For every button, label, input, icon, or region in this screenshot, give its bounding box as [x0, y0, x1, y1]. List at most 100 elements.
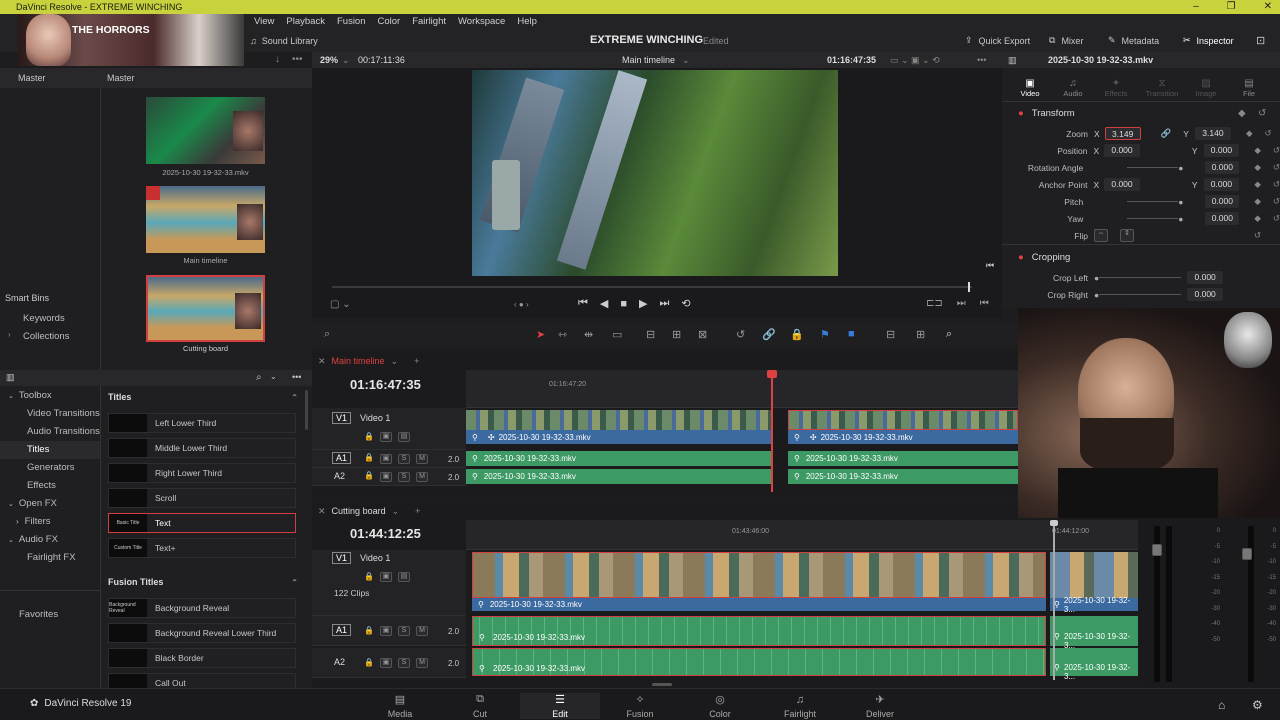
enable-dot-icon[interactable]: ●: [1018, 252, 1024, 263]
zoom-detail-icon[interactable]: ⊞: [916, 328, 925, 341]
reset-icon[interactable]: ↺: [1273, 213, 1280, 224]
fader-knob[interactable]: [1152, 544, 1162, 556]
chevron-down-icon[interactable]: ⌄: [682, 55, 690, 66]
tree-audio-transitions[interactable]: Audio Transitions: [0, 423, 100, 441]
tree-toolbox[interactable]: ⌄ Toolbox: [0, 387, 100, 405]
tab-transition[interactable]: ⧖ Transition: [1142, 78, 1182, 98]
title-left-lower-third[interactable]: Left Lower Third: [108, 413, 296, 433]
lock-icon[interactable]: 🔒: [364, 626, 374, 635]
insert-clip-icon[interactable]: ⊟: [646, 328, 655, 341]
keyframe-diamond-icon[interactable]: ◆: [1254, 196, 1261, 207]
video-clip-label-bar[interactable]: ⚲ ✣ 2025-10-30 19-32-33.mkv: [788, 430, 1018, 444]
panel-icon[interactable]: ▥: [1008, 55, 1017, 66]
replace-clip-icon[interactable]: ⊠: [698, 328, 707, 341]
add-tab-icon[interactable]: +: [415, 506, 420, 516]
chevron-down-icon[interactable]: ⌄: [270, 372, 277, 381]
menu-workspace[interactable]: Workspace: [458, 16, 505, 27]
mute-button[interactable]: M: [416, 472, 428, 482]
trim-tool-icon[interactable]: ⇿: [558, 328, 567, 341]
reset-icon[interactable]: ↺: [1264, 128, 1271, 139]
quick-export-button[interactable]: ⇪ Quick Export: [965, 35, 1030, 46]
reset-icon[interactable]: ↺: [1258, 108, 1266, 119]
keyframe-diamond-icon[interactable]: ◆: [1246, 128, 1253, 139]
audio-clip[interactable]: ⚲ 2025-10-30 19-32-33.mkv: [466, 469, 772, 484]
gear-icon[interactable]: ⚙: [1252, 698, 1263, 712]
video-clip-filmstrip[interactable]: [472, 552, 1046, 598]
track-badge[interactable]: V1: [332, 552, 352, 564]
match-frame-icon[interactable]: ⊏⊐: [926, 298, 943, 309]
snapping-icon[interactable]: ↺: [736, 328, 745, 341]
sort-icon[interactable]: ↓: [275, 54, 280, 65]
page-fairlight[interactable]: ♫ Fairlight: [760, 694, 840, 719]
auto-select-icon[interactable]: ▣: [380, 472, 392, 482]
flag-icon[interactable]: ⚑: [820, 328, 830, 341]
pitch-slider[interactable]: [1127, 201, 1179, 202]
mute-button[interactable]: M: [416, 658, 428, 668]
zoom-x-field[interactable]: 3.149: [1104, 127, 1141, 140]
reset-icon[interactable]: ↺: [1273, 179, 1280, 190]
menu-help[interactable]: Help: [517, 16, 537, 27]
menu-color[interactable]: Color: [378, 16, 401, 27]
page-media[interactable]: ▤ Media: [360, 693, 440, 719]
cutting-board-playhead[interactable]: [1050, 520, 1058, 680]
cutting-board-ruler[interactable]: 01:43:46:00 01:44:12:00: [466, 520, 1138, 550]
play-reverse-icon[interactable]: ◀: [600, 297, 608, 310]
yaw-field[interactable]: 0.000: [1205, 212, 1240, 225]
sound-library-button[interactable]: ♫ Sound Library: [250, 36, 318, 46]
lock-icon[interactable]: 🔒: [364, 572, 374, 581]
reset-icon[interactable]: ↺: [1254, 230, 1261, 241]
timeline-playhead[interactable]: [767, 370, 777, 492]
title-right-lower-third[interactable]: Right Lower Third: [108, 463, 296, 483]
tree-audio-fx[interactable]: ⌄ Audio FX: [0, 531, 100, 549]
auto-select-icon[interactable]: ▣: [380, 626, 392, 636]
auto-select-icon[interactable]: ▣: [380, 658, 392, 668]
prev-edit-icon[interactable]: ⏮: [980, 298, 989, 309]
cropping-section[interactable]: ● Cropping: [1018, 252, 1070, 263]
skip-back-icon[interactable]: ⏮: [578, 297, 588, 310]
reset-icon[interactable]: ↺: [1273, 162, 1280, 173]
audio-clip[interactable]: ⚲ 2025-10-30 19-32-33.mkv: [466, 451, 772, 466]
mixer-button[interactable]: ⧉ Mixer: [1049, 35, 1083, 46]
tab-image[interactable]: ▨ Image: [1192, 78, 1220, 98]
track-badge[interactable]: A2: [334, 657, 345, 667]
menu-view[interactable]: View: [254, 16, 274, 27]
home-icon[interactable]: ⌂: [1218, 698, 1225, 712]
zoom-full-icon[interactable]: ⊟: [886, 328, 895, 341]
auto-select-icon[interactable]: ▣: [380, 432, 392, 442]
reset-icon[interactable]: ↺: [1273, 145, 1280, 156]
marker-icon[interactable]: ■: [848, 328, 855, 340]
reset-icon[interactable]: ↺: [1273, 196, 1280, 207]
chevron-up-icon[interactable]: ⌃: [291, 393, 298, 402]
video-clip-label-bar[interactable]: ⚲ 2025-10-30 19-32-3...: [1050, 596, 1138, 614]
tree-effects[interactable]: Effects: [0, 477, 100, 495]
crop-left-field[interactable]: 0.000: [1187, 271, 1224, 284]
overwrite-clip-icon[interactable]: ⊞: [672, 328, 681, 341]
track-badge[interactable]: A2: [334, 471, 345, 481]
next-edit-icon[interactable]: ⏭: [957, 298, 966, 309]
stop-icon[interactable]: ■: [620, 298, 627, 310]
add-tab-icon[interactable]: +: [414, 356, 419, 366]
fusion-title-background-reveal[interactable]: Background Reveal Background Reveal: [108, 598, 296, 618]
pitch-field[interactable]: 0.000: [1205, 195, 1240, 208]
audio-clip-waveform[interactable]: ⚲ 2025-10-30 19-32-3...: [1050, 648, 1138, 681]
track-visibility-icon[interactable]: ▤: [398, 572, 410, 582]
viewer-timeline-name[interactable]: Main timeline: [622, 55, 675, 65]
link-icon[interactable]: 🔗: [762, 328, 776, 341]
cutting-board-thumbnail[interactable]: [146, 275, 265, 342]
track-badge[interactable]: A1: [332, 624, 352, 636]
timeline-thumbnail[interactable]: [146, 186, 265, 253]
chevron-up-icon[interactable]: ⌃: [291, 578, 298, 587]
tree-filters[interactable]: › Filters: [0, 513, 100, 531]
page-deliver[interactable]: ✈ Deliver: [840, 693, 920, 719]
track-badge[interactable]: V1: [332, 412, 352, 424]
search-icon[interactable]: ⌕: [256, 372, 262, 383]
slider-knob-icon[interactable]: ●: [1178, 214, 1183, 224]
metadata-button[interactable]: ✎ Metadata: [1108, 35, 1159, 46]
video-clip[interactable]: [466, 410, 772, 430]
viewer-mode-icon[interactable]: ▢ ⌄: [330, 299, 351, 310]
jog-control[interactable]: ‹ ● ›: [514, 300, 529, 309]
video-clip[interactable]: [788, 410, 1018, 430]
scrollbar[interactable]: [305, 390, 308, 430]
zoom-y-field[interactable]: 3.140: [1194, 127, 1231, 140]
keyframe-diamond-icon[interactable]: ◆: [1254, 213, 1261, 224]
